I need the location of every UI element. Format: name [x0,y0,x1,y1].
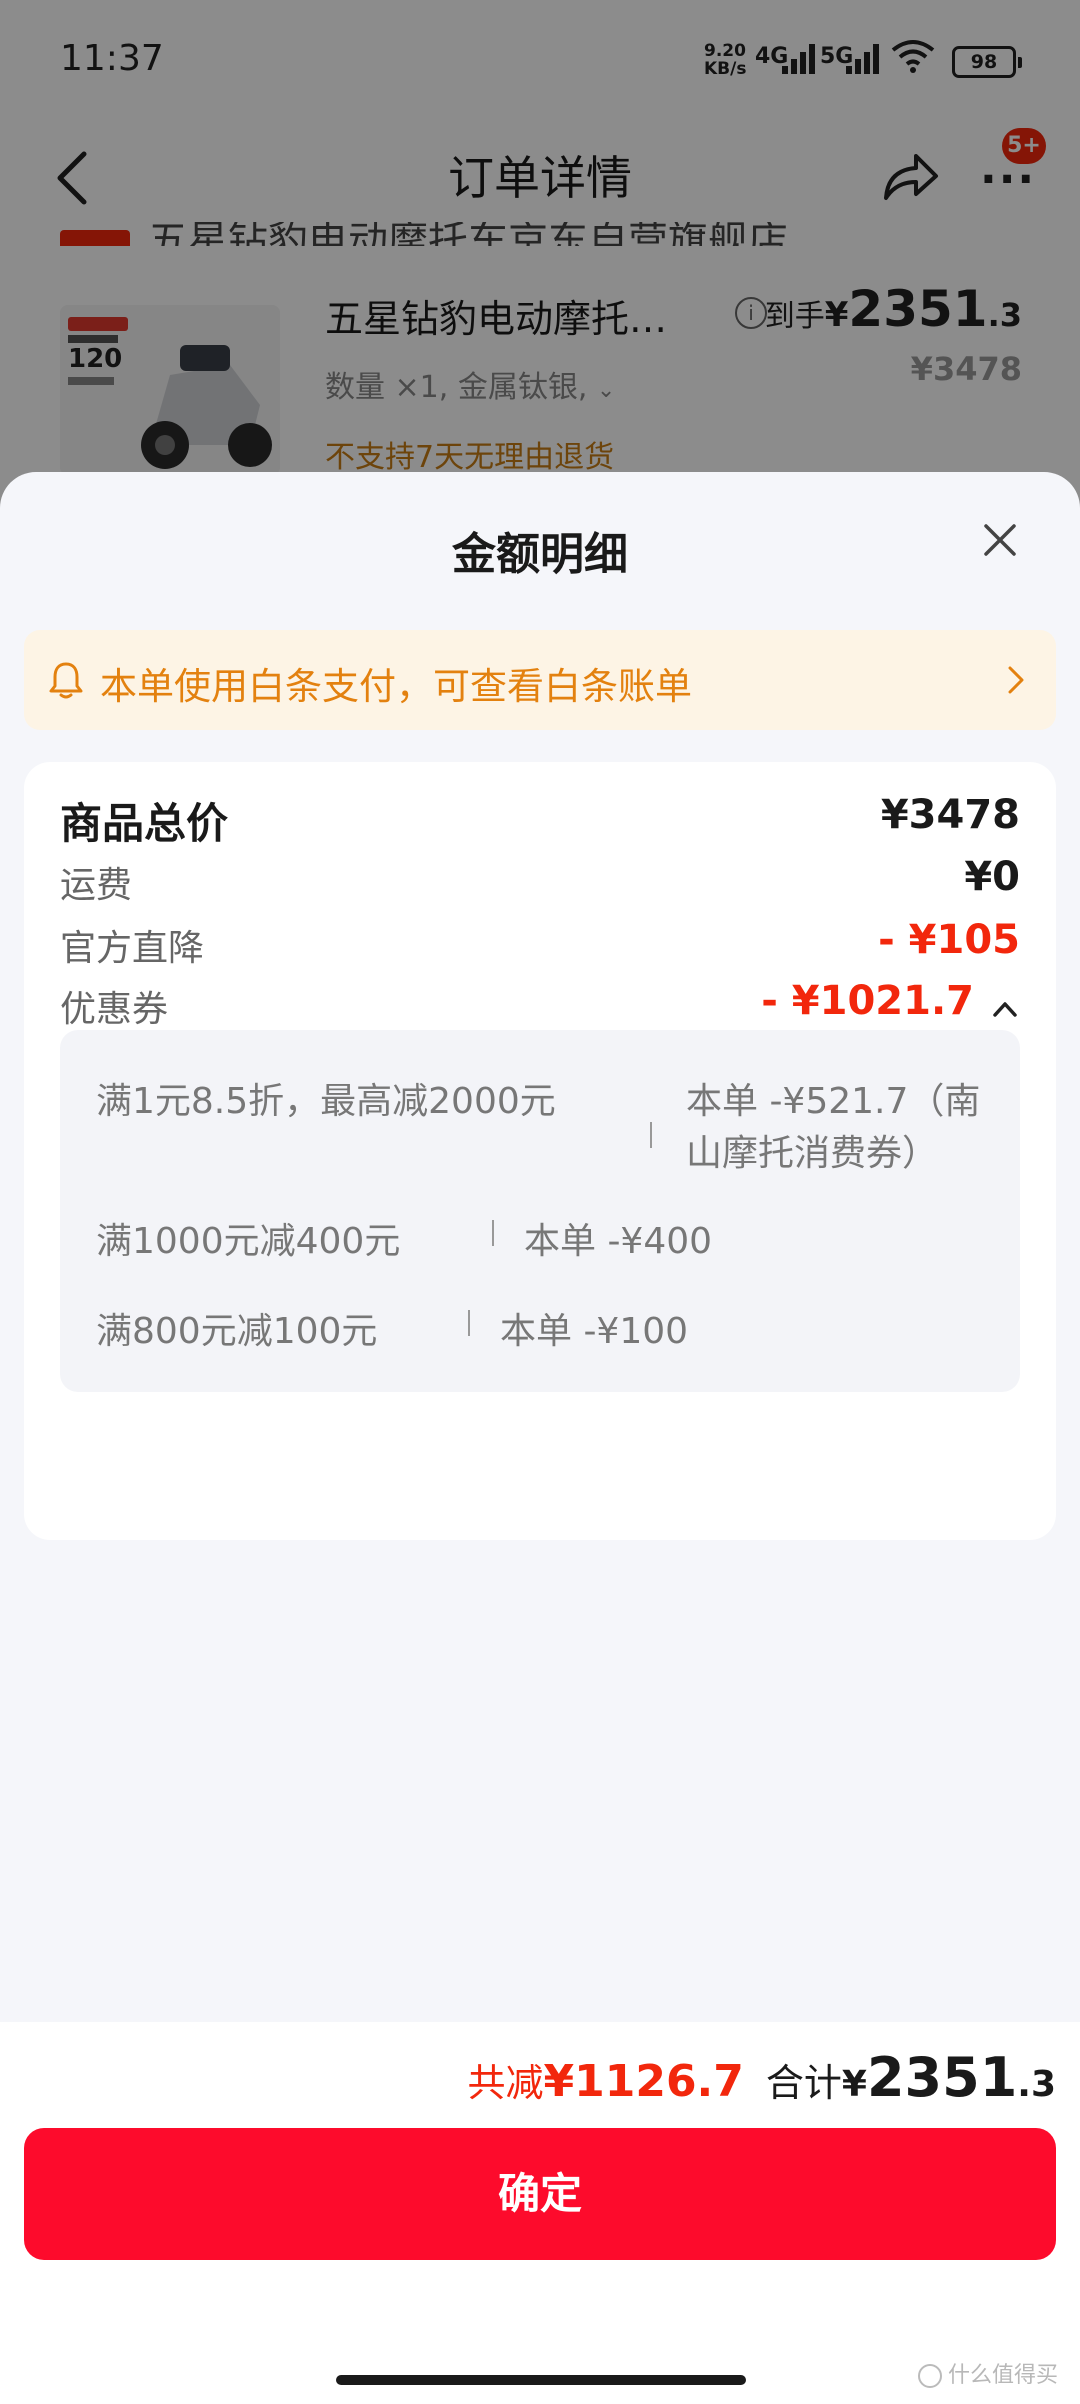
bell-icon [49,662,83,699]
summary-row: 共减¥1126.7 合计¥2351.3 [467,2046,1056,2109]
confirm-button[interactable]: 确定 [24,2128,1056,2260]
divider [492,1220,494,1246]
goods-total-value: ¥3478 [880,792,1020,838]
goods-total-label: 商品总价 [60,799,229,848]
total-saved-label: 共减 [467,2061,544,2105]
summary-footer: 共减¥1126.7 合计¥2351.3 确定 什么值得买 [0,2022,1080,2404]
watermark-icon [917,2364,942,2388]
notice-text: 本单使用白条支付，可查看白条账单 [100,665,692,708]
chevron-up-icon[interactable] [990,998,1020,1020]
sheet-title: 金额明细 [452,529,628,580]
official-discount-label: 官方直降 [60,928,205,969]
divider [650,1122,652,1148]
baitiao-notice[interactable]: 本单使用白条支付，可查看白条账单 [24,630,1056,730]
grand-total-label: 合计 [765,2061,842,2105]
watermark: 什么值得买 [917,2357,1058,2389]
close-icon[interactable] [980,520,1020,560]
chevron-right-icon [1008,666,1024,694]
coupon-rule-1: 满1元8.5折，最高减2000元 [96,1081,556,1122]
coupon-amount-1b: 山摩托消费券） [686,1133,939,1174]
shipping-label: 运费 [60,865,133,906]
coupon-label: 优惠券 [60,989,169,1030]
coupon-amount-2: 本单 -¥400 [524,1221,713,1262]
shipping-value: ¥0 [964,854,1020,900]
official-discount-value: - ¥105 [878,917,1020,963]
coupon-rule-3: 满800元减100元 [96,1311,378,1352]
coupon-list: 满1元8.5折，最高减2000元 本单 -¥521.7（南 山摩托消费券） 满1… [60,1030,1020,1392]
coupon-amount-1a: 本单 -¥521.7（南 [686,1081,981,1122]
coupon-rule-2: 满1000元减400元 [96,1221,401,1262]
price-breakdown-card: 商品总价 ¥3478 运费 ¥0 官方直降 - ¥105 优惠券 - ¥1021… [24,762,1056,1540]
home-indicator[interactable] [336,2375,746,2385]
divider [468,1310,470,1336]
coupon-amount-3: 本单 -¥100 [500,1311,689,1352]
grand-total-value: 2351 [866,2046,1018,2109]
total-saved-value: ¥1126.7 [543,2056,744,2107]
coupon-value[interactable]: - ¥1021.7 [761,978,974,1024]
